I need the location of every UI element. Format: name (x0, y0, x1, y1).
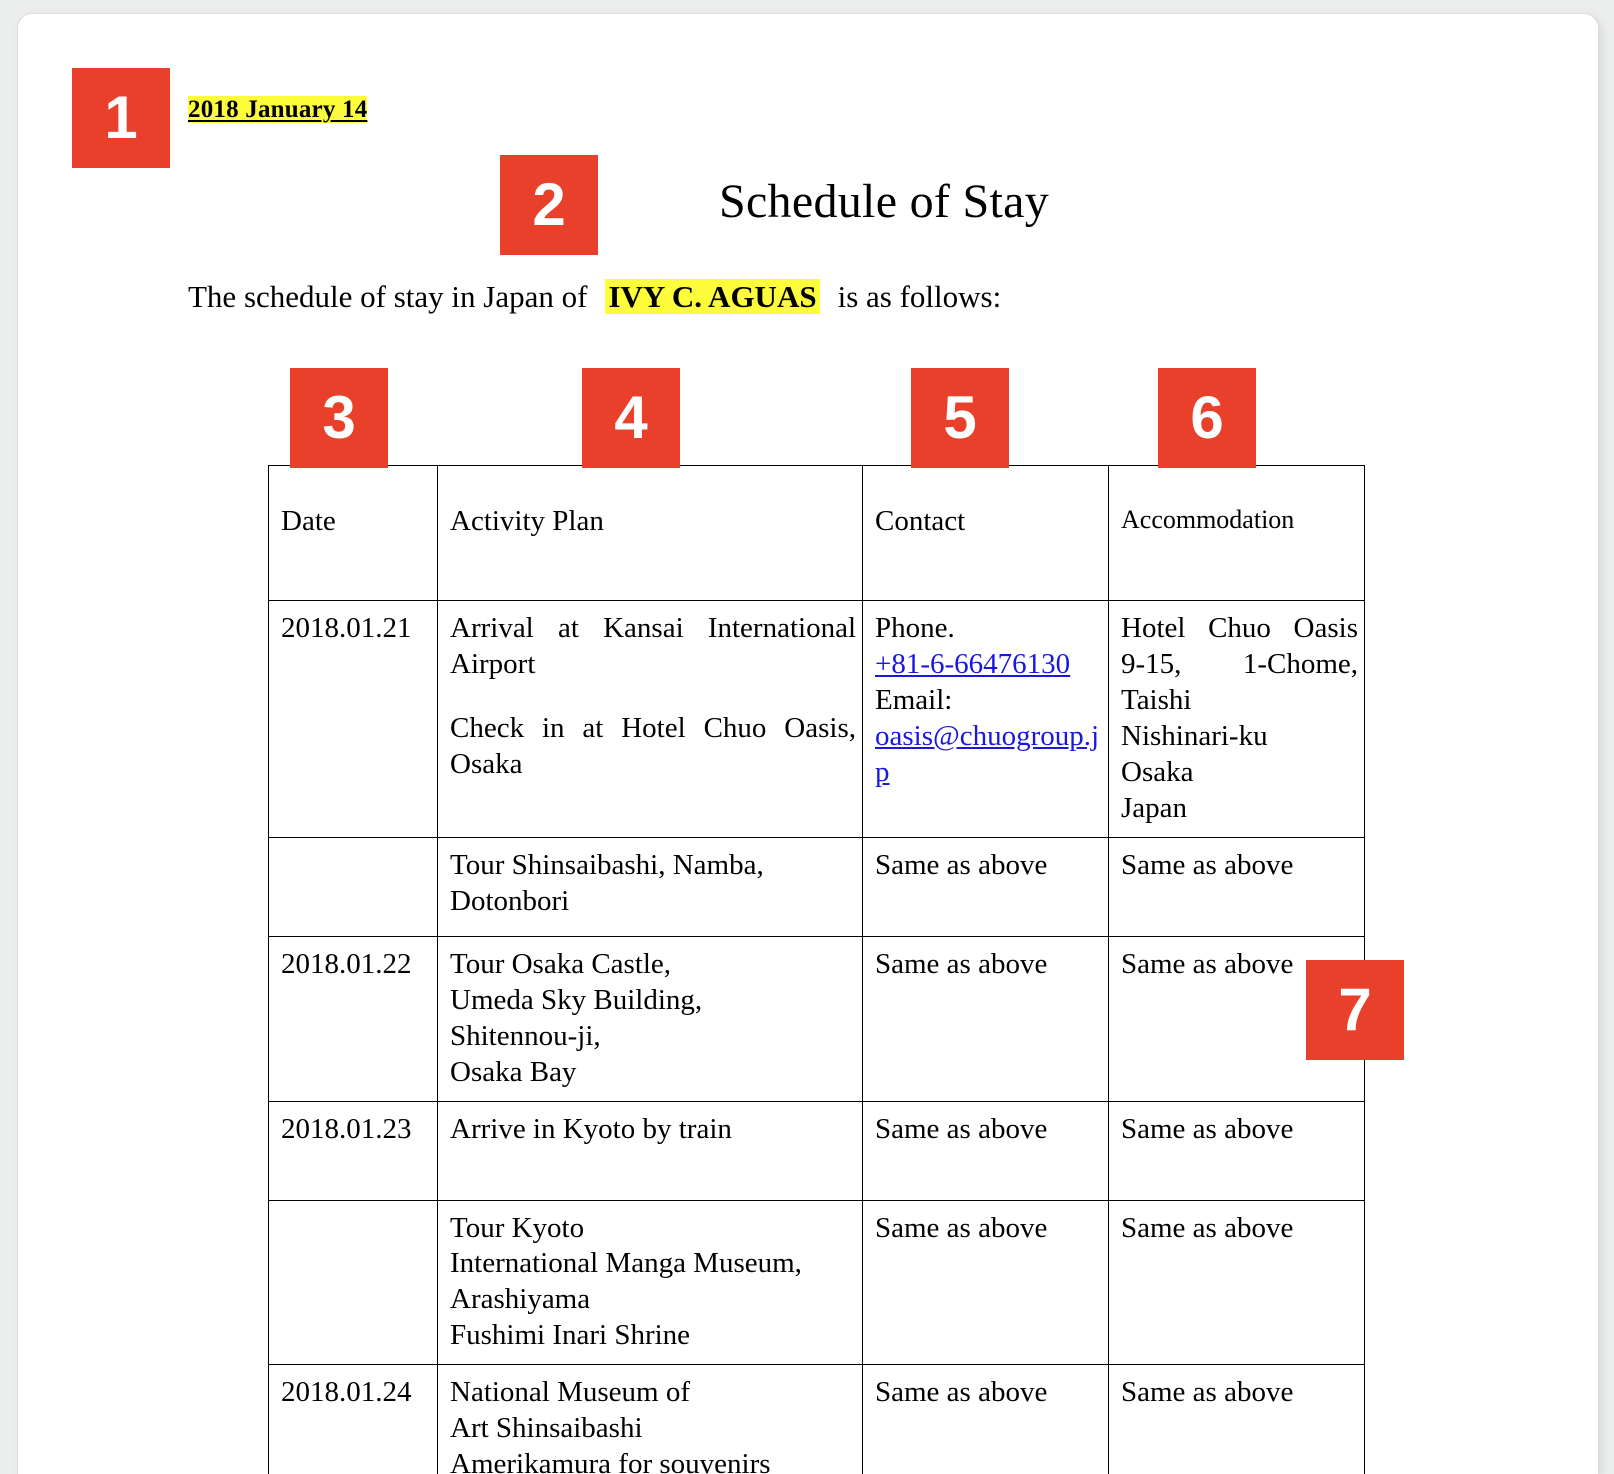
activity-line: Arashiyama (450, 1283, 591, 1316)
cell-date (268, 836, 438, 937)
column-header-date: Date (268, 465, 438, 601)
table-row: 2018.01.22 Tour Osaka Castle, Umeda Sky … (268, 935, 1365, 1102)
table-row: 2018.01.24 National Museum of Art Shinsa… (268, 1364, 1365, 1474)
document-body: 2018 January 14 Schedule of Stay The sch… (18, 14, 1598, 1474)
cell-contact: Same as above (862, 935, 1109, 1102)
table-header-row: Date Activity Plan Contact Accommodation (268, 465, 1365, 601)
accommodation-line: Taishi (1121, 683, 1192, 716)
accommodation-line: Japan (1121, 791, 1188, 824)
activity-line: Umeda Sky Building, (450, 983, 703, 1016)
activity-line: Art Shinsaibashi (450, 1412, 643, 1445)
intro-suffix: is as follows: (837, 279, 1002, 314)
contact-phone-link[interactable]: +81-6-66476130 (875, 648, 1070, 680)
annotation-badge-1: 1 (72, 68, 170, 168)
activity-line: International Manga Museum, (450, 1247, 802, 1280)
intro-sentence: The schedule of stay in Japan of IVY C. A… (188, 279, 1001, 315)
cell-activity: Arrive in Kyoto by train (437, 1100, 863, 1201)
activity-line: Shitennou-ji, (450, 1019, 601, 1052)
cell-activity: Arrival at Kansai International Airport … (437, 600, 863, 838)
accommodation-line: 9-15, 1-Chome, (1121, 647, 1358, 680)
table-row: 2018.01.23 Arrive in Kyoto by train Same… (268, 1100, 1365, 1201)
annotation-badge-5: 5 (911, 368, 1009, 468)
cell-accommodation: Same as above (1108, 836, 1365, 937)
column-header-accommodation: Accommodation (1108, 465, 1365, 601)
activity-line: Osaka Bay (450, 1055, 577, 1088)
annotation-badge-4: 4 (582, 368, 680, 468)
document-page: 2018 January 14 Schedule of Stay The sch… (18, 14, 1598, 1474)
accommodation-line: Hotel Chuo Oasis (1121, 612, 1358, 644)
cell-accommodation: Same as above (1108, 1199, 1365, 1366)
table-row: Tour Shinsaibashi, Namba, Dotonbori Same… (268, 836, 1365, 937)
cell-date: 2018.01.22 (268, 935, 438, 1102)
cell-date (268, 1199, 438, 1366)
activity-line: Check in at Hotel Chuo Oasis, Osaka (450, 711, 856, 780)
contact-email-label: Email: (875, 683, 953, 716)
table-row: Tour Kyoto International Manga Museum, A… (268, 1199, 1365, 1366)
cell-contact: Same as above (862, 1100, 1109, 1201)
activity-spacer (450, 683, 856, 711)
cell-contact: Phone. +81-6-66476130 Email: oasis@chuog… (862, 600, 1109, 838)
cell-contact: Same as above (862, 836, 1109, 937)
cell-date: 2018.01.23 (268, 1100, 438, 1201)
activity-line: Arrive in Kyoto by train (450, 1112, 732, 1145)
cell-accommodation: Hotel Chuo Oasis 9-15, 1-Chome, Taishi N… (1108, 600, 1365, 838)
table-row: 2018.01.21 Arrival at Kansai Internation… (268, 600, 1365, 838)
cell-accommodation: Same as above (1108, 1364, 1365, 1474)
schedule-table: Date Activity Plan Contact Accommodation… (268, 465, 1365, 1474)
traveler-name: IVY C. AGUAS (605, 279, 820, 314)
activity-line: Arrival at Kansai International Airport (450, 612, 856, 680)
document-date-value: 2018 January 14 (188, 96, 368, 123)
cell-accommodation: Same as above (1108, 1100, 1365, 1201)
document-title: Schedule of Stay (718, 175, 1050, 228)
intro-prefix: The schedule of stay in Japan of (188, 279, 588, 314)
cell-activity: Tour Kyoto International Manga Museum, A… (437, 1199, 863, 1366)
cell-contact: Same as above (862, 1199, 1109, 1366)
cell-date: 2018.01.21 (268, 600, 438, 838)
cell-date: 2018.01.24 (268, 1364, 438, 1474)
cell-activity: Tour Osaka Castle, Umeda Sky Building, S… (437, 935, 863, 1102)
annotation-badge-7: 7 (1306, 960, 1404, 1060)
contact-email-link[interactable]: oasis@chuogroup.jp (875, 720, 1099, 788)
activity-line: Tour Osaka Castle, (450, 947, 672, 980)
cell-activity: Tour Shinsaibashi, Namba, Dotonbori (437, 836, 863, 937)
annotation-badge-2: 2 (500, 155, 598, 255)
activity-line: Tour Kyoto (450, 1211, 585, 1244)
contact-phone-label: Phone. (875, 612, 955, 644)
annotation-badge-3: 3 (290, 368, 388, 468)
activity-line: Amerikamura for souvenirs (450, 1448, 771, 1474)
accommodation-line: Osaka (1121, 755, 1194, 788)
document-date-line: 2018 January 14 (188, 96, 368, 124)
annotation-badge-6: 6 (1158, 368, 1256, 468)
activity-line: Tour Shinsaibashi, Namba, Dotonbori (450, 848, 764, 917)
column-header-contact: Contact (862, 465, 1109, 601)
cell-contact: Same as above (862, 1364, 1109, 1474)
activity-line: Fushimi Inari Shrine (450, 1319, 691, 1352)
column-header-activity-plan: Activity Plan (437, 465, 863, 601)
activity-line: National Museum of (450, 1376, 691, 1409)
accommodation-line: Nishinari-ku (1121, 719, 1268, 752)
cell-activity: National Museum of Art Shinsaibashi Amer… (437, 1364, 863, 1474)
